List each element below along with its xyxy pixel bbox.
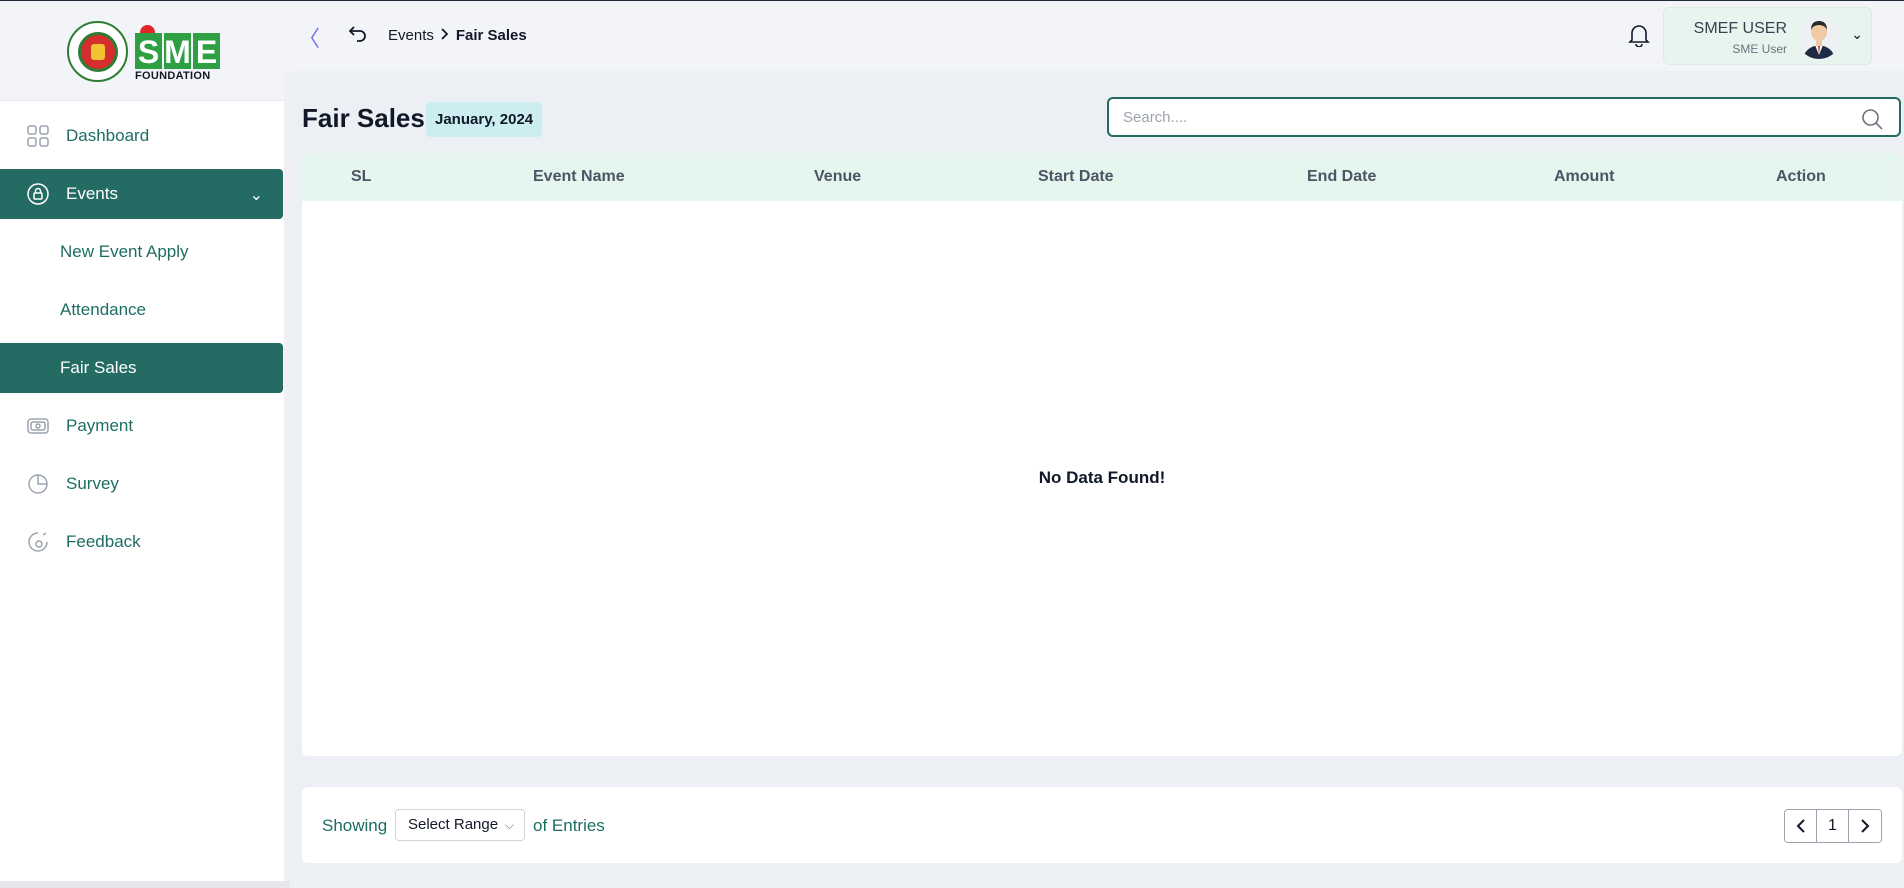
logo-subtitle: FOUNDATION [135, 70, 211, 82]
prev-page-button[interactable] [1785, 810, 1817, 842]
breadcrumb: Events Fair Sales [388, 27, 527, 44]
sidebar-item-payment[interactable]: Payment [0, 401, 283, 451]
payment-icon [26, 414, 50, 438]
column-header-sl[interactable]: SL [351, 168, 371, 186]
avatar [1797, 15, 1841, 59]
range-select-value: Select Range [408, 816, 499, 833]
column-header-amount[interactable]: Amount [1554, 168, 1614, 186]
logo-letters: SME [135, 33, 222, 70]
range-select[interactable]: Select Range ⌵ [395, 809, 525, 841]
chevron-down-icon: ⌄ [249, 187, 263, 204]
column-header-end-date[interactable]: End Date [1307, 168, 1376, 186]
lock-circle-icon [26, 182, 50, 206]
feedback-icon [26, 530, 50, 554]
chevron-down-icon: ⌄ [1851, 26, 1863, 42]
sidebar-item-label: Payment [66, 416, 134, 435]
sidebar-item-label: Feedback [66, 532, 141, 551]
showing-label: Showing [322, 816, 388, 835]
pager: 1 [1784, 809, 1882, 843]
back-arrow-icon[interactable] [348, 23, 370, 45]
page-number-button[interactable]: 1 [1817, 810, 1849, 842]
next-page-button[interactable] [1849, 810, 1881, 842]
grid-icon [26, 124, 50, 148]
sidebar-item-label: Events [66, 184, 118, 203]
sidebar-item-label: Survey [66, 474, 119, 493]
user-role: SME User [1732, 42, 1787, 56]
entries-label: of Entries [533, 816, 605, 835]
sidebar-item-feedback[interactable]: Feedback [0, 517, 283, 567]
user-menu[interactable]: SMEF USER SME User ⌄ [1663, 7, 1872, 65]
sidebar-nav: Dashboard Events ⌄ New Event Apply Atten… [0, 111, 283, 575]
collapse-sidebar-icon[interactable]: 〈 [298, 21, 320, 53]
sidebar-subitem-fair-sales[interactable]: Fair Sales [0, 343, 283, 393]
sidebar-item-label: Attendance [60, 300, 147, 319]
table-header: SL Event Name Venue Start Date End Date … [302, 153, 1902, 201]
chevron-right-icon [440, 27, 450, 44]
breadcrumb-current: Fair Sales [455, 27, 527, 44]
chevron-down-icon: ⌵ [504, 818, 514, 832]
sidebar-item-label: Dashboard [66, 126, 150, 145]
breadcrumb-events[interactable]: Events [388, 27, 434, 44]
logo-area: SME FOUNDATION [0, 1, 284, 101]
column-header-venue[interactable]: Venue [814, 168, 861, 186]
fair-sales-table: SL Event Name Venue Start Date End Date … [302, 153, 1902, 756]
column-header-event-name[interactable]: Event Name [533, 168, 625, 186]
sidebar: SME FOUNDATION Dashboard Events ⌄ New Ev… [0, 1, 284, 881]
pie-chart-icon [26, 472, 50, 496]
sidebar-subitem-attendance[interactable]: Attendance [0, 285, 283, 335]
topbar: 〈 Events Fair Sales SMEF USER SME User ⌄ [284, 1, 1904, 71]
column-header-start-date[interactable]: Start Date [1038, 168, 1114, 186]
notification-bell-icon[interactable] [1628, 23, 1652, 49]
government-emblem-logo [67, 21, 128, 82]
page-title: Fair Sales [302, 103, 425, 133]
sidebar-item-dashboard[interactable]: Dashboard [0, 111, 283, 161]
sidebar-item-label: Fair Sales [60, 358, 137, 377]
sidebar-item-label: New Event Apply [60, 242, 189, 261]
search-icon[interactable] [1861, 108, 1883, 130]
pagination-footer: Showing Select Range ⌵ of Entries 1 [302, 787, 1902, 863]
empty-state-message: No Data Found! [1038, 468, 1166, 487]
column-header-action: Action [1776, 168, 1826, 185]
search-box [1107, 97, 1901, 137]
emblem-map-icon [77, 31, 118, 72]
period-badge: January, 2024 [426, 102, 543, 137]
sidebar-subitem-new-event-apply[interactable]: New Event Apply [0, 227, 283, 277]
sidebar-bottom-strip [0, 881, 290, 888]
user-name: SMEF USER [1693, 20, 1787, 37]
sidebar-item-events[interactable]: Events ⌄ [0, 169, 283, 219]
sidebar-item-survey[interactable]: Survey [0, 459, 283, 509]
search-input[interactable] [1109, 99, 1849, 135]
